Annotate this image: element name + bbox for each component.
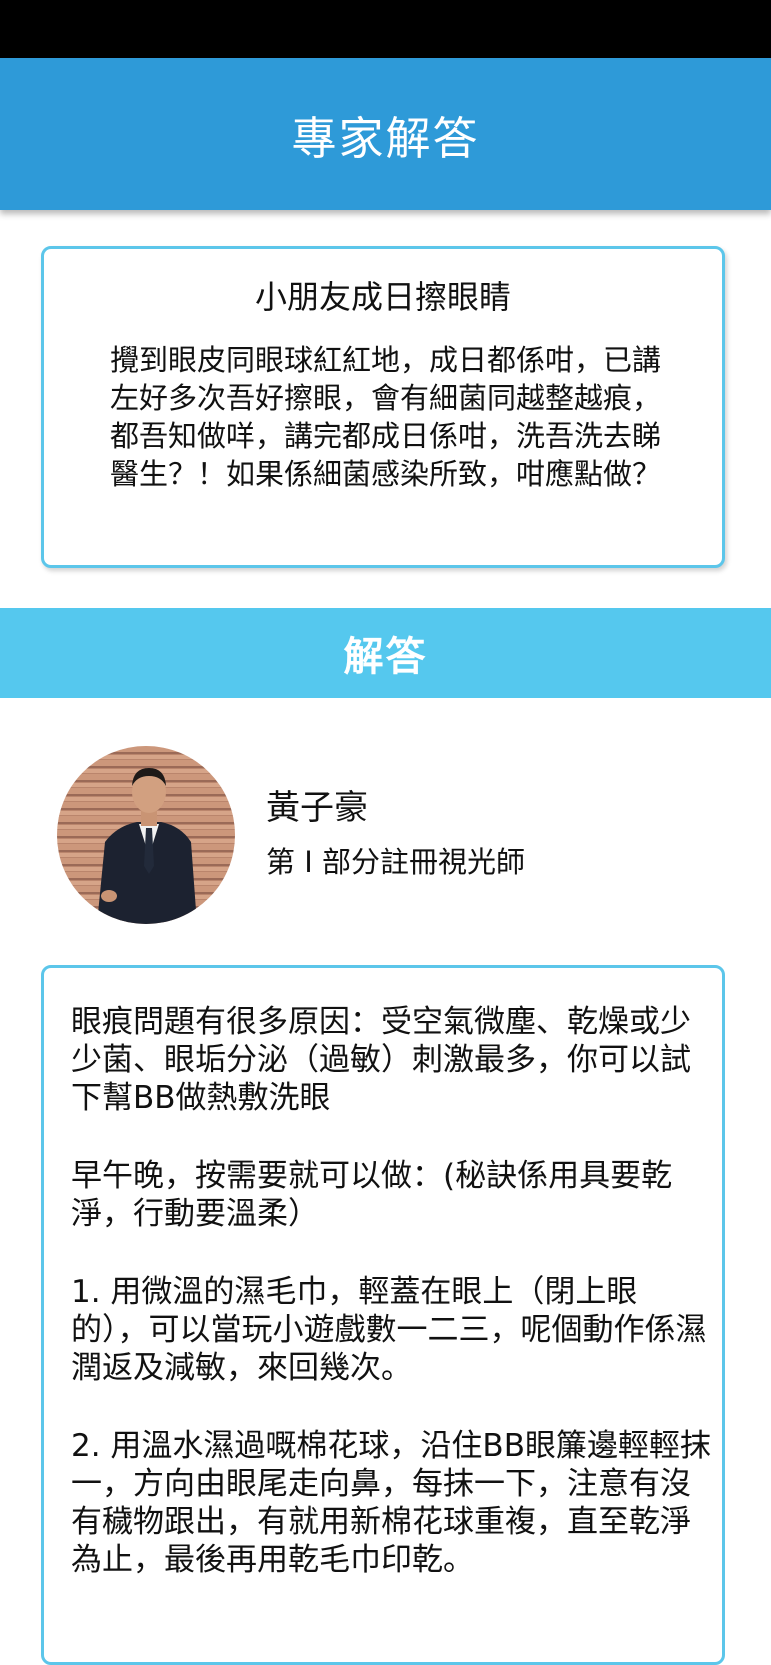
answer-body: 眼痕問題有很多原因：受空氣微塵、乾燥或少少菌、眼垢分泌（過敏）刺激最多，你可以試… (71, 1003, 711, 1619)
answer-card: 眼痕問題有很多原因：受空氣微塵、乾燥或少少菌、眼垢分泌（過敏）刺激最多，你可以試… (41, 965, 725, 1665)
question-body: 攪到眼皮同眼球紅紅地，成日都係咁，已講左好多次吾好擦眼，會有細菌同越整越痕，都吾… (110, 343, 662, 491)
answer-paragraph: 眼痕問題有很多原因：受空氣微塵、乾燥或少少菌、眼垢分泌（過敏）刺激最多，你可以試… (71, 1004, 691, 1116)
status-bar (0, 0, 771, 58)
question-card: 小朋友成日擦眼睛 攪到眼皮同眼球紅紅地，成日都係咁，已講左好多次吾好擦眼，會有細… (41, 246, 725, 568)
answer-banner: 解答 (0, 608, 771, 698)
app-header: 專家解答 (0, 58, 771, 210)
question-title: 小朋友成日擦眼睛 (254, 278, 511, 316)
expert-avatar (57, 746, 235, 924)
answer-paragraph: 早午晚，按需要就可以做：(秘訣係用具要乾淨，行動要溫柔） (71, 1158, 673, 1232)
expert-photo-icon (57, 746, 235, 924)
answer-paragraph: 1. 用微溫的濕毛巾，輕蓋在眼上（閉上眼的），可以當玩小遊戲數一二三，呢個動作係… (71, 1274, 707, 1386)
page-title: 專家解答 (291, 111, 480, 165)
answer-heading: 解答 (343, 634, 428, 680)
expert-title: 第 I 部分註冊視光師 (266, 845, 525, 879)
answer-paragraph: 2. 用溫水濕過嘅棉花球，沿住BB眼簾邊輕輕抹一，方向由眼尾走向鼻，每抹一下，注… (71, 1428, 711, 1578)
expert-name: 黃子豪 (266, 788, 368, 828)
